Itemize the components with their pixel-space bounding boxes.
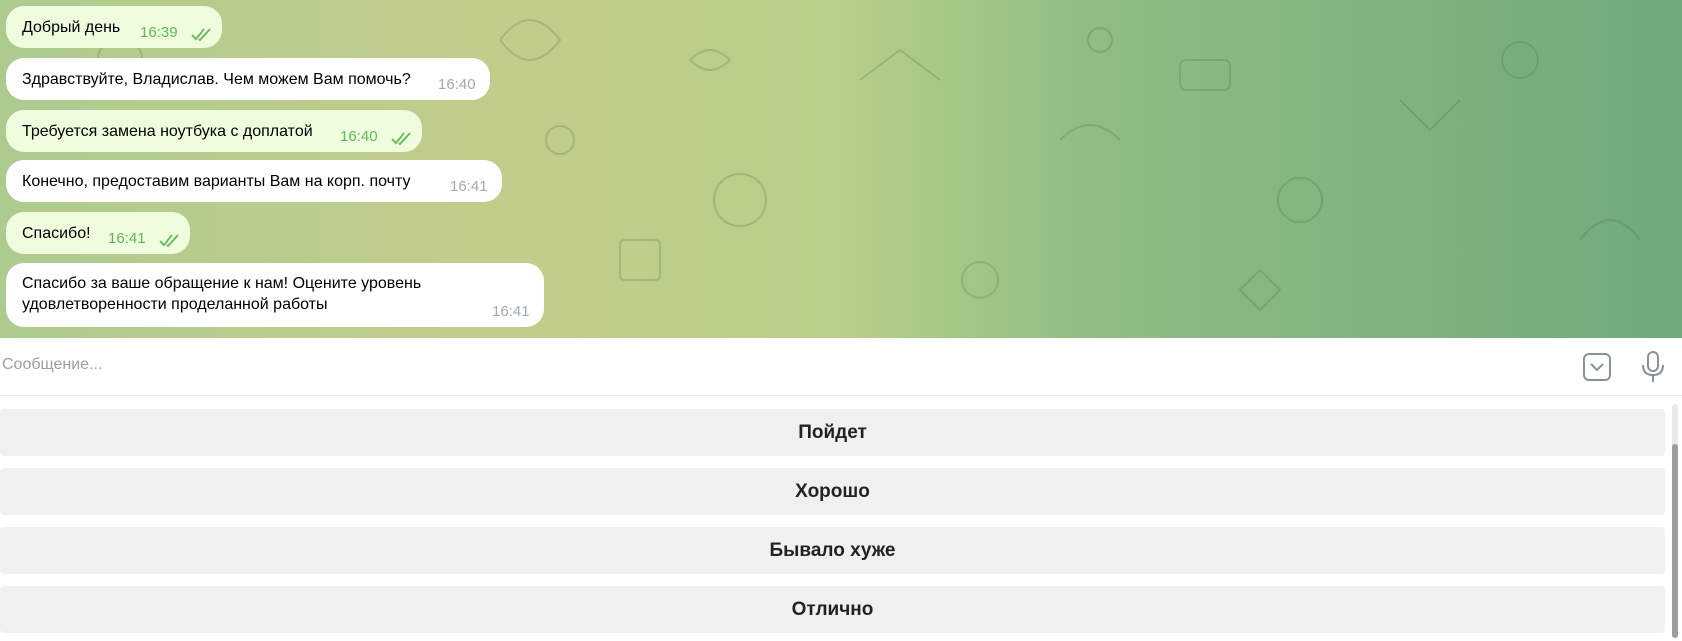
message-text: Здравствуйте, Владислав. Чем можем Вам п… [22, 71, 411, 88]
read-ticks-icon [391, 132, 411, 145]
message-bubble[interactable]: Здравствуйте, Владислав. Чем можем Вам п… [6, 58, 490, 100]
message-text: Конечно, предоставим варианты Вам на кор… [22, 173, 411, 190]
keyboard-toggle-icon[interactable] [1582, 352, 1612, 382]
message-bubble[interactable]: Добрый день 16:39 [6, 6, 222, 48]
keyboard-scrollbar[interactable] [1672, 404, 1678, 638]
microphone-icon[interactable] [1640, 350, 1666, 384]
message-bubble[interactable]: Конечно, предоставим варианты Вам на кор… [6, 160, 502, 202]
reply-button[interactable]: Пойдет [0, 409, 1665, 456]
message-time: 16:40 [340, 128, 378, 145]
message-bubble[interactable]: Требуется замена ноутбука с доплатой 16:… [6, 110, 422, 152]
message-time: 16:41 [108, 230, 146, 247]
message-time: 16:41 [492, 303, 530, 320]
reply-button[interactable]: Хорошо [0, 468, 1665, 515]
scrollbar-thumb[interactable] [1672, 444, 1678, 638]
read-ticks-icon [191, 28, 211, 41]
reply-keyboard: Пойдет Хорошо Бывало хуже Отлично [0, 396, 1682, 641]
message-time: 16:41 [450, 178, 488, 195]
message-time: 16:40 [438, 76, 476, 93]
reply-button[interactable]: Отлично [0, 586, 1665, 633]
message-text: Спасибо! [22, 225, 91, 242]
message-bubble[interactable]: Спасибо за ваше обращение к нам! Оцените… [6, 263, 544, 327]
message-bubble[interactable]: Спасибо! 16:41 [6, 212, 190, 254]
message-composer: Сообщение... [0, 338, 1682, 396]
message-text: Требуется замена ноутбука с доплатой [22, 123, 313, 140]
reply-button[interactable]: Бывало хуже [0, 527, 1665, 574]
message-time: 16:39 [140, 24, 178, 41]
chat-history: Добрый день 16:39 Здравствуйте, Владисла… [0, 0, 1682, 338]
read-ticks-icon [159, 234, 179, 247]
message-input[interactable]: Сообщение... [2, 356, 102, 374]
message-text: Добрый день [22, 19, 121, 36]
message-text: Спасибо за ваше обращение к нам! Оцените… [22, 275, 422, 313]
